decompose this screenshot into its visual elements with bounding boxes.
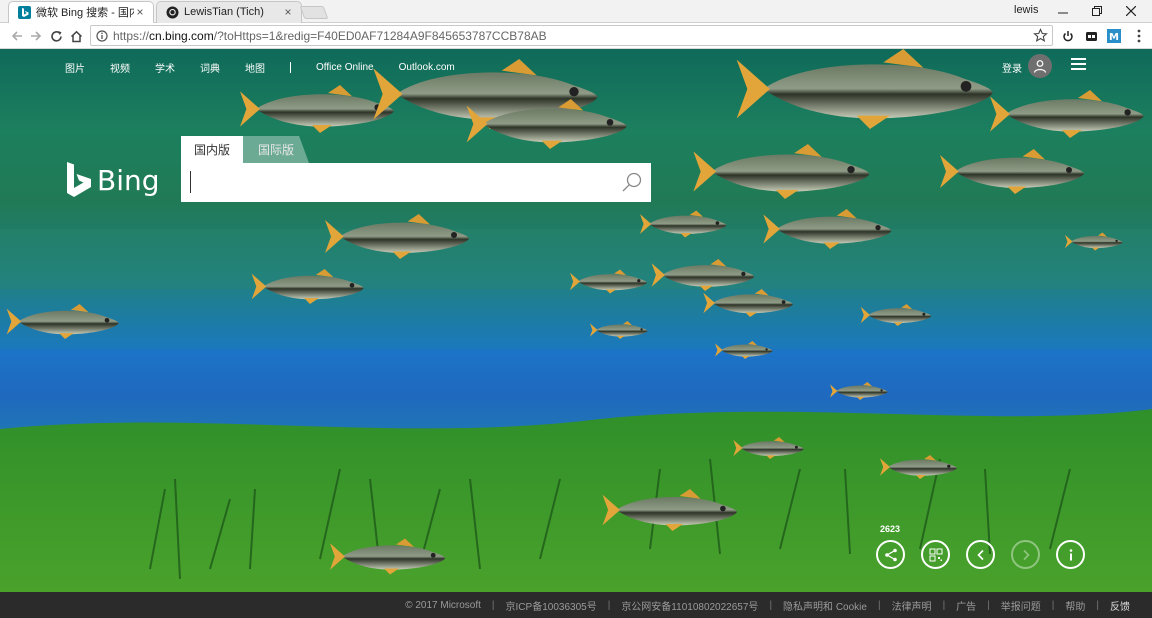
nav-outlook[interactable]: Outlook.com [399,62,455,73]
page-footer: © 2017 Microsoft | 京ICP备10036305号 | 京公网安… [0,592,1152,618]
home-button[interactable] [67,27,85,45]
tab-international-version[interactable]: 国际版 [243,136,309,163]
previous-icon [976,549,984,560]
power-extension-icon[interactable] [1060,28,1076,44]
nav-dictionary[interactable]: 词典 [200,60,220,75]
restore-button[interactable] [1080,0,1114,22]
m-extension-icon[interactable]: M [1106,28,1122,44]
address-bar[interactable]: https://cn.bing.com/?toHttps=1&redig=F40… [90,25,1053,46]
arrow-left-icon [11,31,22,41]
menu-kebab-icon[interactable] [1131,28,1147,44]
footer-feedback[interactable]: 反馈 [1110,598,1130,613]
footer-copyright: © 2017 Microsoft [405,599,481,611]
bing-logo[interactable]: Bing [66,161,160,199]
image-info-button[interactable] [1056,540,1085,569]
bookmark-star-icon[interactable] [1033,28,1048,43]
footer-privacy-cookie[interactable]: 隐私声明和 Cookie [783,598,867,613]
footer-separator: | [942,599,946,611]
footer-separator: | [987,599,990,611]
nav-images[interactable]: 图片 [65,60,85,75]
footer-separator: | [877,599,881,611]
back-button[interactable] [8,27,26,45]
browser-toolbar: https://cn.bing.com/?toHttps=1&redig=F40… [0,23,1152,49]
bing-b-logo-icon [67,162,91,197]
footer-icp-license[interactable]: 京ICP备10036305号 [506,598,597,613]
footer-advertising[interactable]: 广告 [956,598,976,613]
next-icon [1022,549,1030,560]
share-button[interactable] [876,540,905,569]
svg-text:M: M [1109,32,1119,43]
search-button[interactable] [621,171,643,193]
bing-favicon-icon [18,5,31,19]
previous-image-button[interactable] [966,540,995,569]
close-icon [1126,6,1136,16]
url-host: cn.bing.com [149,28,214,43]
info-icon [1069,548,1072,560]
tab-china-version[interactable]: 国内版 [181,136,243,163]
minimize-icon [1058,12,1068,14]
restore-icon [1092,6,1102,16]
footer-separator: | [1051,599,1055,611]
top-navigation: 图片 视频 学术 词典 地图 Office Online Outlook.com [65,60,480,75]
login-link[interactable]: 登录 [1002,60,1022,75]
search-box [181,163,651,202]
browser-tab-bing[interactable]: 微软 Bing 搜索 - 国内版 × [8,1,154,23]
footer-separator: | [769,599,773,611]
footer-separator: | [491,599,495,611]
qr-code-button[interactable] [921,540,950,569]
reload-button[interactable] [47,27,65,45]
qr-code-icon [929,548,942,561]
bing-homepage: 图片 视频 学术 词典 地图 Office Online Outlook.com… [0,49,1152,592]
footer-legal[interactable]: 法律声明 [892,598,932,613]
site-info-icon[interactable] [95,29,109,43]
tab-title: 微软 Bing 搜索 - 国内版 [36,7,134,19]
next-image-button[interactable] [1011,540,1040,569]
close-tab-icon[interactable]: × [282,5,294,19]
github-favicon-icon [166,6,179,19]
url-scheme: https:// [113,28,150,43]
tab-title: LewisTian (Tich) [184,6,264,18]
background-image-underwater-fish [0,49,1152,592]
footer-separator: | [607,599,611,611]
footer-report-issue[interactable]: 举报问题 [1001,598,1041,613]
bing-logo-text: Bing [97,163,160,197]
url-path: /?toHttps=1&redig=F40ED0AF71284A9F845653… [213,28,547,43]
nav-office-online[interactable]: Office Online [316,62,374,73]
browser-tab-github[interactable]: LewisTian (Tich) × [156,1,302,23]
nav-academic[interactable]: 学术 [155,60,175,75]
share-icon [884,548,897,561]
search-icon [622,172,642,192]
footer-separator: | [1096,599,1099,611]
nav-divider [290,62,291,73]
hamburger-menu-icon[interactable] [1071,58,1086,70]
new-tab-button[interactable] [299,6,329,19]
search-input[interactable] [190,171,610,193]
home-icon [70,30,82,42]
footer-help[interactable]: 帮助 [1065,598,1085,613]
image-count: 2623 [880,524,901,534]
forward-button[interactable] [27,27,45,45]
avatar[interactable] [1028,54,1052,78]
user-icon [1033,60,1047,73]
extension-icon[interactable] [1083,28,1099,44]
window-profile-name[interactable]: lewis [1014,4,1038,16]
close-window-button[interactable] [1114,0,1148,22]
nav-videos[interactable]: 视频 [110,60,130,75]
minimize-button[interactable] [1046,0,1080,22]
reload-icon [50,30,62,42]
nav-maps[interactable]: 地图 [245,60,265,75]
browser-tab-bar: 微软 Bing 搜索 - 国内版 × LewisTian (Tich) × le… [0,0,1152,23]
close-tab-icon[interactable]: × [134,5,146,19]
arrow-right-icon [31,31,42,41]
footer-public-security-record[interactable]: 京公网安备11010802022657号 [621,598,758,613]
